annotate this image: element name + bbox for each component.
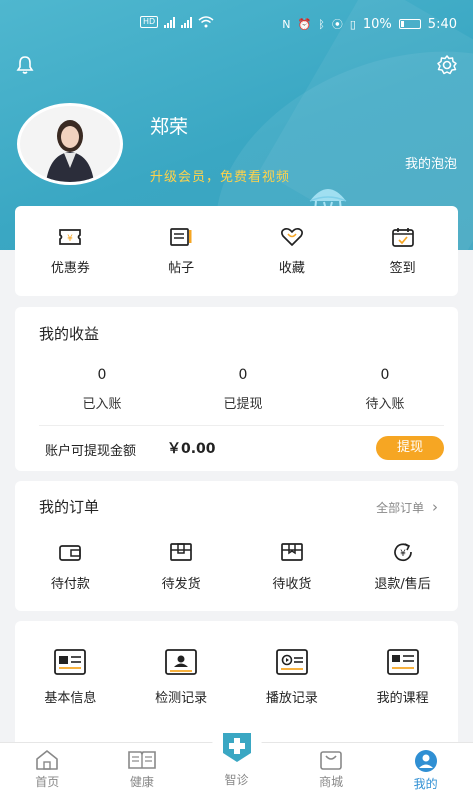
divider <box>39 425 444 426</box>
withdrawable-label: 账户可提现金额 <box>45 444 137 459</box>
earnings-received[interactable]: 0 已入账 <box>42 367 162 412</box>
svg-text:¥: ¥ <box>400 549 406 559</box>
services-row: 基本信息 检测记录 播放记录 我的课程 <box>15 647 458 706</box>
quick-action-favorites[interactable]: 收藏 <box>237 206 348 296</box>
package-icon <box>281 543 303 561</box>
service-label: 我的课程 <box>376 691 429 706</box>
all-orders-label: 全部订单 <box>376 501 425 515</box>
vibrate-icon: ▯ <box>349 17 356 31</box>
chevron-right-icon: › <box>432 498 438 516</box>
quick-action-label: 签到 <box>389 261 416 276</box>
clock: 5:40 <box>427 16 457 32</box>
orders-title: 我的订单 <box>39 498 100 516</box>
earnings-value: 0 <box>97 367 107 383</box>
order-pending-payment[interactable]: 待付款 <box>15 541 126 592</box>
play-record-icon <box>275 649 308 675</box>
quick-action-posts[interactable]: 帖子 <box>126 206 237 296</box>
quick-action-label: 帖子 <box>168 261 195 276</box>
location-icon: ⦿ <box>331 18 343 31</box>
service-test-records[interactable]: 检测记录 <box>126 647 237 706</box>
battery-percent: 10% <box>362 16 392 32</box>
calendar-check-icon <box>391 228 414 247</box>
earnings-value: 0 <box>238 367 248 383</box>
wifi-icon <box>198 16 214 28</box>
order-status-label: 待发货 <box>161 577 201 592</box>
withdraw-button[interactable]: 提现 <box>376 436 444 460</box>
service-label: 检测记录 <box>155 691 208 706</box>
order-pending-shipment[interactable]: 待发货 <box>126 541 237 592</box>
quick-actions-card: ¥ 优惠券 帖子 收藏 签到 <box>15 206 458 296</box>
nfc-icon: N <box>282 17 291 31</box>
id-card-icon <box>54 649 87 675</box>
tab-home[interactable]: 首页 <box>0 743 95 793</box>
settings-gear-icon[interactable] <box>434 52 460 78</box>
quick-action-checkin[interactable]: 签到 <box>347 206 458 296</box>
bell-icon[interactable] <box>12 52 38 78</box>
tab-label: 首页 <box>35 775 60 789</box>
order-status-label: 待收货 <box>272 577 312 592</box>
battery-icon <box>398 19 421 29</box>
earnings-label: 待入账 <box>365 397 405 412</box>
earnings-withdrawn[interactable]: 0 已提现 <box>183 367 303 412</box>
post-icon <box>170 228 192 246</box>
order-pending-receipt[interactable]: 待收货 <box>237 541 348 592</box>
medical-plus-icon <box>223 733 251 762</box>
service-basic-info[interactable]: 基本信息 <box>15 647 126 706</box>
quick-action-label: 收藏 <box>278 261 305 276</box>
status-bar: HD N ⏰ ᛒ ⦿ ▯ 10% 5:40 <box>0 14 473 36</box>
profile-icon <box>414 750 437 772</box>
wallet-icon <box>59 545 82 561</box>
orders-card: 我的订单 全部订单 › 待付款 待发货 待收货 ¥ 退款/售后 <box>15 481 458 611</box>
user-name: 郑荣 <box>150 116 189 138</box>
signal-icon <box>181 16 193 28</box>
tab-label: 健康 <box>129 775 154 789</box>
avatar[interactable] <box>17 103 123 185</box>
box-icon <box>170 543 192 561</box>
coupon-icon: ¥ <box>59 229 82 245</box>
order-status-label: 待付款 <box>50 577 90 592</box>
home-icon <box>36 750 59 770</box>
earnings-card: 我的收益 0 已入账 0 已提现 0 待入账 账户可提现金额 ￥0.00 提现 <box>15 307 458 471</box>
tab-shop[interactable]: 商城 <box>284 743 379 793</box>
quick-action-coupon[interactable]: ¥ 优惠券 <box>15 206 126 296</box>
book-icon <box>128 751 156 769</box>
order-status-row: 待付款 待发货 待收货 ¥ 退款/售后 <box>15 541 458 592</box>
order-status-label: 退款/售后 <box>374 577 431 592</box>
test-record-icon <box>165 649 198 675</box>
tab-label: 我的 <box>413 777 438 791</box>
service-play-records[interactable]: 播放记录 <box>237 647 348 706</box>
earnings-title: 我的收益 <box>39 325 100 343</box>
earnings-label: 已提现 <box>223 397 263 412</box>
alarm-icon: ⏰ <box>297 17 312 31</box>
quick-action-label: 优惠券 <box>50 261 90 276</box>
hd-icon: HD <box>140 16 159 28</box>
service-label: 基本信息 <box>44 691 97 706</box>
tab-health[interactable]: 健康 <box>95 743 190 793</box>
signal-icon <box>164 16 176 28</box>
service-label: 播放记录 <box>265 691 318 706</box>
upgrade-membership-link[interactable]: 升级会员，免费看视频 <box>150 166 290 185</box>
refund-icon: ¥ <box>393 543 412 562</box>
earnings-value: 0 <box>380 367 390 383</box>
earnings-label: 已入账 <box>82 397 122 412</box>
shop-bag-icon <box>320 751 342 770</box>
tab-label: 智诊 <box>224 773 249 787</box>
withdrawable-amount: ￥0.00 <box>167 441 216 457</box>
course-icon <box>386 649 419 675</box>
service-my-courses[interactable]: 我的课程 <box>347 647 458 706</box>
diagnosis-fab-button[interactable] <box>212 722 262 772</box>
order-refund-aftersale[interactable]: ¥ 退款/售后 <box>347 541 458 592</box>
earnings-pending[interactable]: 0 待入账 <box>325 367 445 412</box>
my-bubbles-link[interactable]: 我的泡泡 <box>405 153 457 172</box>
tab-mine[interactable]: 我的 <box>378 743 473 793</box>
tab-label: 商城 <box>319 775 344 789</box>
bluetooth-icon: ᛒ <box>318 17 325 31</box>
all-orders-link[interactable]: 全部订单 › <box>376 498 438 516</box>
svg-text:¥: ¥ <box>68 234 74 244</box>
heart-icon <box>280 227 303 246</box>
